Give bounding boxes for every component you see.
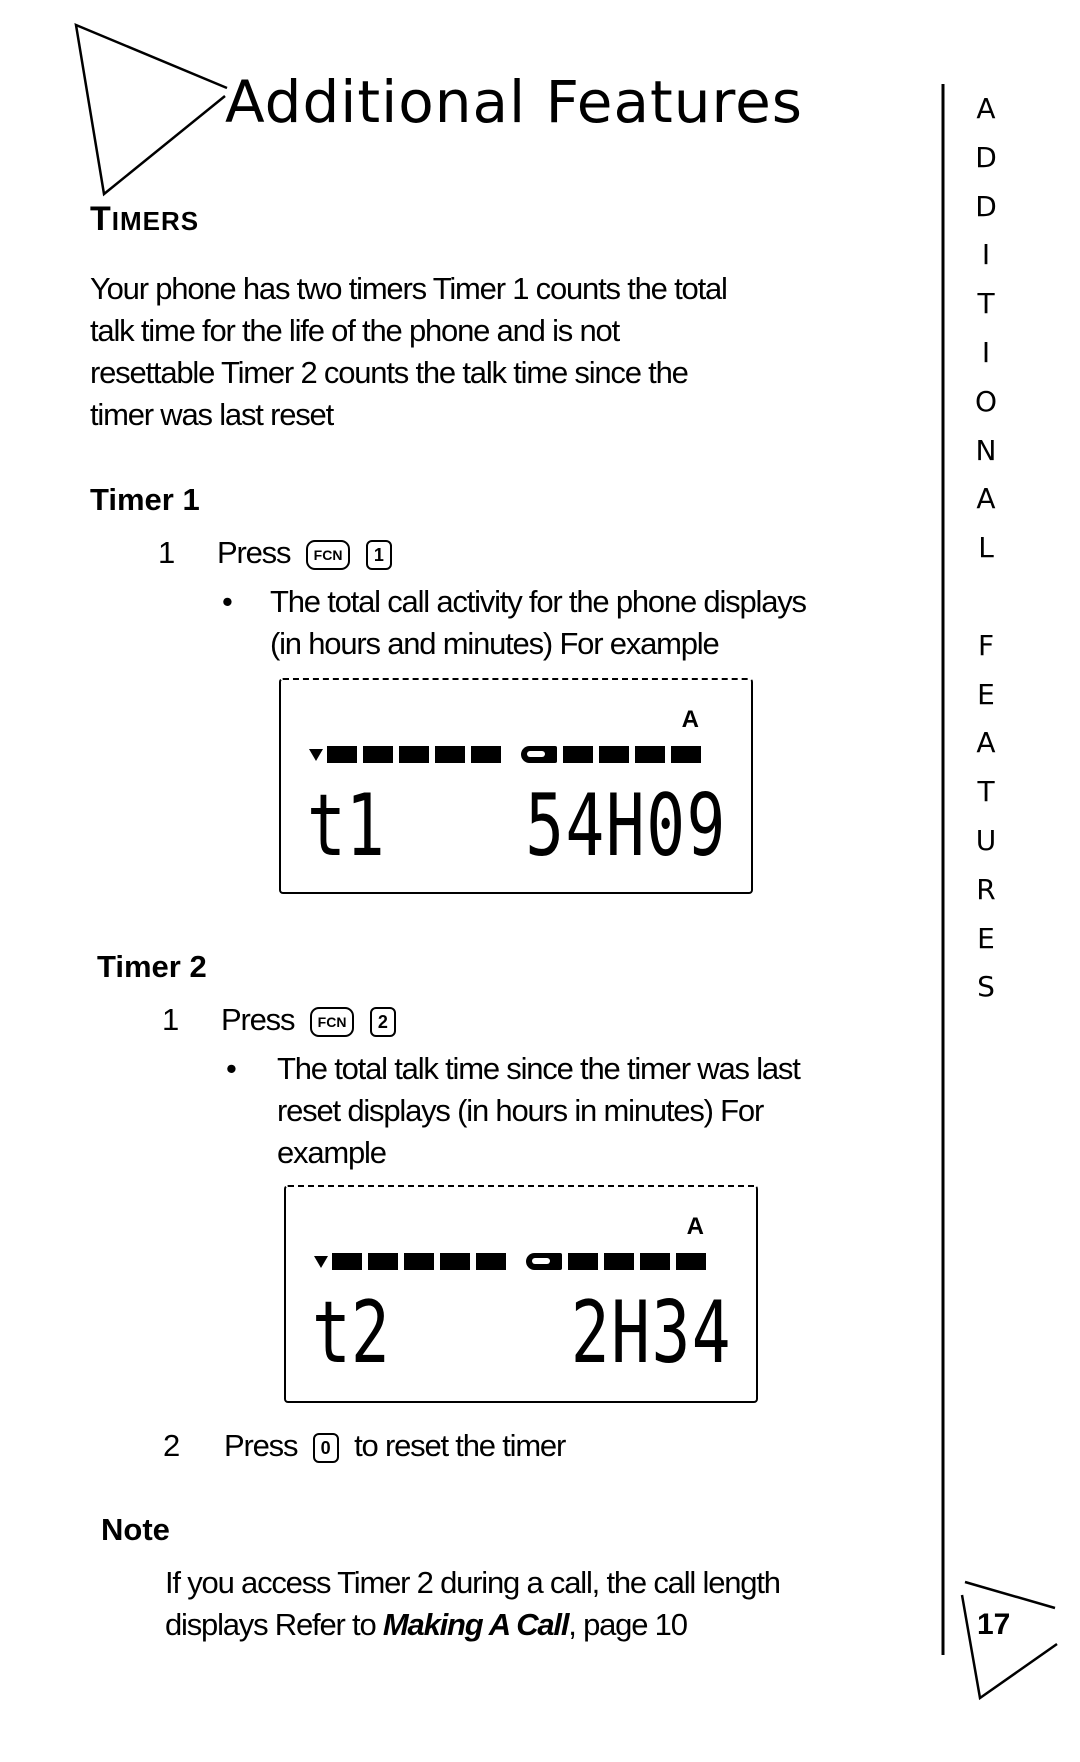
intro-line: talk time for the life of the phone and … (90, 313, 620, 348)
side-tab-letter: U (975, 824, 997, 857)
signal-battery-icon (314, 1253, 706, 1270)
section-heading-first: T (90, 200, 112, 238)
note-line: displays Refer to Making A Call, page 10 (165, 1604, 780, 1646)
lcd-indicator: A (686, 1213, 704, 1240)
timer2-step2-number: 2 (163, 1428, 180, 1463)
step2-text: to reset the timer (354, 1428, 566, 1463)
timer1-step1: Press FCN 1 (217, 532, 392, 574)
lcd-label: t1 (307, 776, 385, 876)
bullet-line: The total talk time since the timer was … (277, 1051, 801, 1086)
side-tab-letter: O (974, 384, 998, 418)
side-tab-letter: F (977, 628, 995, 662)
timer2-step2: Press 0 to reset the timer (224, 1425, 566, 1467)
key-1: 1 (365, 539, 392, 570)
press-label: Press (217, 535, 291, 570)
bullet-icon: • (226, 1051, 237, 1086)
intro-line: Your phone has two timers Timer 1 counts… (90, 271, 728, 306)
lcd-value: 54H09 (525, 776, 727, 876)
lcd-value: 2H34 (570, 1283, 732, 1383)
side-tab-letter: D (975, 140, 997, 174)
title-triangle-icon (74, 22, 228, 197)
press-label: Press (221, 1002, 295, 1037)
timer1-step1-number: 1 (158, 535, 175, 570)
timer1-bullet: The total call activity for the phone di… (270, 581, 807, 665)
timer1-lcd-display: A t1 54H09 (279, 678, 753, 894)
press-label: Press (224, 1428, 298, 1463)
side-tab-letter: E (977, 921, 995, 955)
timer2-step1: Press FCN 2 (221, 999, 396, 1041)
side-tab-letter: N (975, 433, 997, 467)
page-title: Additional Features (225, 68, 803, 136)
note-heading: Note (101, 1512, 170, 1547)
side-tab-letter: L (978, 531, 994, 565)
side-tab-letter: I (981, 336, 991, 369)
lcd-indicator: A (681, 706, 699, 733)
side-tab-letter: T (977, 775, 995, 809)
signal-battery-icon (309, 746, 701, 763)
timer2-heading: Timer 2 (97, 949, 207, 984)
bullet-line: example (277, 1135, 387, 1170)
intro-paragraph: Your phone has two timers Timer 1 counts… (90, 268, 728, 436)
side-tab-letter: D (975, 189, 997, 223)
side-tab-letter: S (977, 970, 995, 1004)
page-number: 17 (977, 1608, 1011, 1641)
fcn-key: FCN (309, 1006, 355, 1037)
key-0: 0 (312, 1432, 339, 1463)
note-text: If you access Timer 2 during a call, the… (165, 1562, 781, 1646)
side-tab-letter: E (977, 677, 995, 711)
bullet-line: (in hours and minutes) For example (270, 626, 720, 661)
side-tab-letter: R (976, 872, 996, 906)
section-heading: TIMERS (90, 200, 199, 239)
side-tab-letter: T (977, 287, 995, 321)
timer2-lcd-display: A t2 2H34 (284, 1185, 758, 1403)
bullet-icon: • (222, 584, 233, 619)
bullet-line: The total call activity for the phone di… (270, 584, 807, 619)
key-2: 2 (369, 1006, 396, 1037)
section-heading-rest: IMERS (111, 206, 200, 236)
lcd-label: t2 (312, 1283, 390, 1383)
making-a-call-reference: Making A Call (382, 1607, 570, 1642)
bullet-line: reset displays (in hours in minutes) For (277, 1093, 764, 1128)
page-number-triangle-icon (964, 1580, 1056, 1610)
intro-line: timer was last reset (90, 397, 334, 432)
side-tab-letter: A (976, 726, 996, 760)
timer2-bullet: The total talk time since the timer was … (277, 1048, 801, 1174)
side-tab-letter: A (976, 92, 996, 125)
note-line: If you access Timer 2 during a call, the… (165, 1565, 781, 1600)
note-text-post: , page 10 (568, 1607, 688, 1642)
fcn-key: FCN (305, 539, 351, 570)
timer1-heading: Timer 1 (90, 482, 200, 517)
intro-line: resettable Timer 2 counts the talk time … (90, 355, 689, 390)
side-tab-letter: I (981, 238, 991, 272)
timer2-step1-number: 1 (162, 1002, 179, 1037)
note-text-pre: displays Refer to (165, 1607, 383, 1642)
side-tab-letter: A (976, 482, 996, 516)
